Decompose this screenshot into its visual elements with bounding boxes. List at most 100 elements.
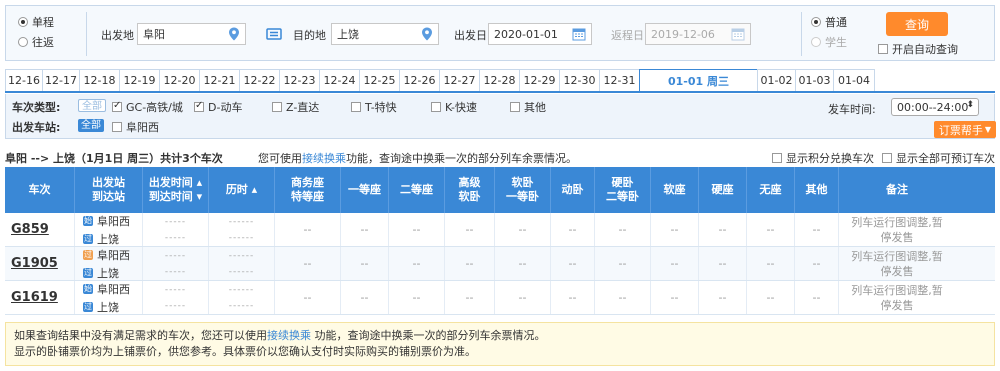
checkbox-icon	[510, 102, 520, 112]
train-number-link[interactable]: G1905	[5, 247, 75, 280]
filter-station-fuyangxi[interactable]: 阜阳西	[112, 119, 159, 135]
swap-icon[interactable]	[266, 27, 282, 41]
from-input[interactable]: 阜阳	[137, 23, 246, 45]
date-tab[interactable]: 01-04	[833, 69, 875, 91]
depart-date-input[interactable]: 2020-01-01	[488, 23, 592, 45]
from-station: 始阜阳西	[83, 213, 130, 229]
column-header[interactable]: 出发时间 ▴ 到达时间 ▾	[143, 167, 209, 213]
column-header: 备注	[839, 167, 955, 213]
passenger-type-group: 普通 学生	[811, 15, 847, 49]
date-tab[interactable]: 12-26	[399, 69, 439, 91]
date-tab[interactable]: 01-03	[795, 69, 833, 91]
date-tab[interactable]: 12-19	[119, 69, 159, 91]
date-tab[interactable]: 12-16	[5, 69, 42, 91]
date-tab[interactable]: 12-22	[239, 69, 279, 91]
column-header-label: 特等座	[291, 190, 324, 203]
query-button[interactable]: 查询	[886, 12, 948, 36]
one-way-label: 单程	[32, 16, 54, 29]
student-radio[interactable]: 学生	[811, 35, 847, 49]
checkbox-icon	[431, 102, 441, 112]
normal-radio[interactable]: 普通	[811, 15, 847, 29]
notice-prefix: 如果查询结果中没有满足需求的车次，您还可以使用	[14, 329, 267, 342]
checkbox-icon	[351, 102, 361, 112]
start-station-icon: 始	[83, 283, 93, 294]
column-header: 其他	[795, 167, 839, 213]
depart-time-value: 00:00--24:00	[897, 100, 969, 114]
auto-query-checkbox[interactable]: 开启自动查询	[878, 41, 958, 57]
depart-date-value: 2020-01-01	[494, 27, 558, 41]
one-way-radio[interactable]: 单程	[18, 15, 54, 29]
date-tab[interactable]: 12-30	[559, 69, 599, 91]
transfer-link[interactable]: 接续换乘	[302, 152, 346, 165]
auto-query-label: 开启自动查询	[892, 43, 958, 56]
train-number-link[interactable]: G1619	[5, 281, 75, 314]
column-header-label: 高级	[458, 176, 481, 189]
column-header[interactable]: 历时 ▴	[209, 167, 275, 213]
return-date-value: 2019-12-06	[651, 27, 715, 41]
seat-availability: --	[651, 281, 699, 314]
radio-checked-icon	[811, 17, 821, 27]
column-header-label: 二等卧	[606, 190, 639, 203]
filter-other[interactable]: 其他	[510, 99, 546, 115]
depart-label: 出发日	[454, 29, 487, 42]
notice-box: 如果查询结果中没有满足需求的车次，您还可以使用接续换乘 功能，查询途中换乘一次的…	[5, 322, 995, 366]
date-tab[interactable]: 12-20	[159, 69, 199, 91]
date-tab[interactable]: 12-25	[359, 69, 399, 91]
filter-other-label: 其他	[524, 101, 546, 114]
round-trip-radio[interactable]: 往返	[18, 35, 54, 49]
filter-k-label: K-快速	[445, 101, 478, 114]
column-header-label: 硬座	[711, 183, 734, 196]
filter-d[interactable]: D-动车	[194, 99, 242, 115]
booking-helper-button[interactable]: 订票帮手 ▼	[934, 121, 996, 138]
route-text: 阜阳 --> 上饶（1月1日 周三）共计	[5, 152, 183, 165]
search-panel: 单程 往返 出发地 阜阳 目的地 上饶 出发日 2020-01-01 返程日 2…	[5, 5, 995, 61]
date-tab[interactable]: 12-21	[199, 69, 239, 91]
show-points-checkbox[interactable]: 显示积分兑换车次	[772, 150, 874, 166]
station-name: 阜阳西	[97, 214, 130, 228]
radio-icon	[811, 37, 821, 47]
seat-availability: --	[699, 281, 747, 314]
filter-k[interactable]: K-快速	[431, 99, 477, 115]
date-tab[interactable]: 12-29	[519, 69, 559, 91]
duration-cell: ------ ------	[209, 213, 275, 246]
show-all-label: 显示全部可预订车次	[896, 152, 995, 165]
depart-station-all-button[interactable]: 全部	[78, 119, 104, 132]
column-header-label: 二等座	[400, 183, 433, 196]
show-all-checkbox[interactable]: 显示全部可预订车次	[882, 150, 995, 166]
column-header: 高级 软卧	[445, 167, 495, 213]
station-name: 阜阳西	[97, 282, 130, 296]
filter-z[interactable]: Z-直达	[272, 99, 319, 115]
train-number-link[interactable]: G859	[5, 213, 75, 246]
filter-t[interactable]: T-特快	[351, 99, 397, 115]
arrive-time: -----	[164, 300, 187, 311]
notice-transfer-link[interactable]: 接续换乘	[267, 329, 311, 342]
filter-gc[interactable]: GC-高铁/城	[112, 99, 183, 115]
depart-time-select[interactable]: 00:00--24:00 ⬍	[891, 98, 979, 116]
notice-line-2: 显示的卧铺票价均为上铺票价，供您参考。具体票价以您确认支付时实际购买的铺别票价为…	[14, 345, 476, 358]
column-header-label: 硬卧	[611, 176, 634, 189]
return-date-input[interactable]: 2019-12-06	[645, 23, 751, 45]
date-tab[interactable]: 12-18	[79, 69, 119, 91]
station-name: 上饶	[97, 300, 119, 314]
stations-cell: 始阜阳西过上饶	[75, 213, 143, 246]
note-suffix: 功能，查询途中换乘一次的部分列车余票情况。	[346, 152, 577, 165]
date-tab[interactable]: 12-31	[599, 69, 639, 91]
date-tab[interactable]: 12-27	[439, 69, 479, 91]
column-header-label: 软座	[663, 183, 686, 196]
filter-t-label: T-特快	[365, 101, 397, 114]
divider	[801, 12, 802, 56]
to-station: 过上饶	[83, 265, 119, 281]
table-row: G1905 过阜阳西过上饶 ----- ----- ------ ------ -- -- --…	[5, 247, 995, 281]
seat-availability: --	[595, 247, 651, 280]
date-tab[interactable]: 12-17	[42, 69, 79, 91]
station-name: 上饶	[97, 266, 119, 280]
train-type-all-button[interactable]: 全部	[78, 99, 106, 112]
date-tab[interactable]: 01-01 周三	[639, 69, 757, 91]
location-icon	[422, 27, 432, 41]
date-tab[interactable]: 12-24	[319, 69, 359, 91]
date-tab[interactable]: 01-02	[757, 69, 795, 91]
notice-line-1: 如果查询结果中没有满足需求的车次，您还可以使用接续换乘 功能，查询途中换乘一次的…	[14, 328, 986, 344]
to-input[interactable]: 上饶	[331, 23, 439, 45]
date-tab[interactable]: 12-23	[279, 69, 319, 91]
date-tab[interactable]: 12-28	[479, 69, 519, 91]
